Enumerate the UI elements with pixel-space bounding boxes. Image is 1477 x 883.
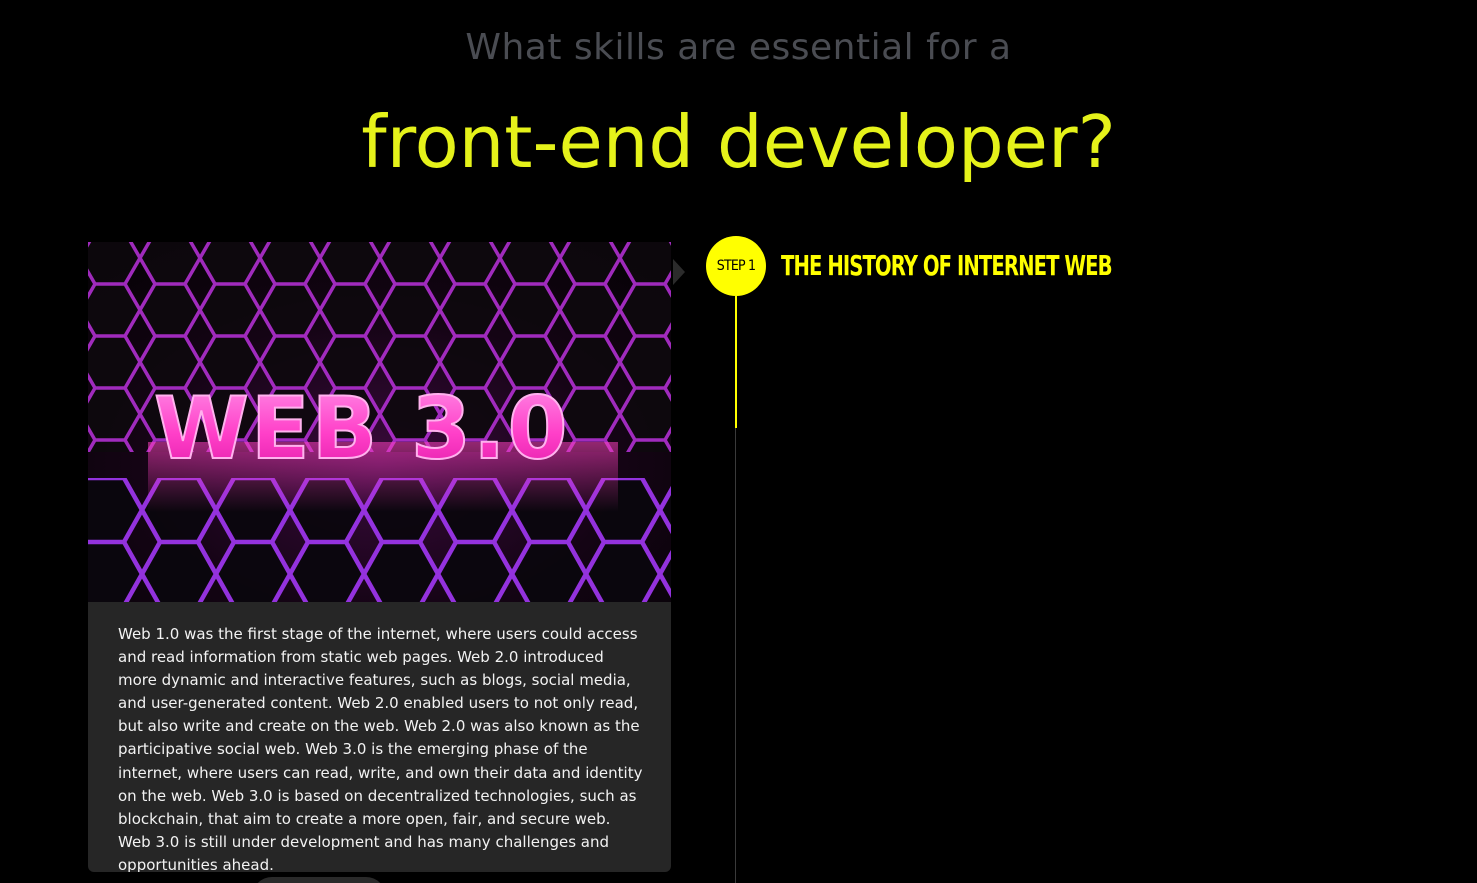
timeline-progress [735,296,737,428]
card-description: Web 1.0 was the first stage of the inter… [118,625,643,872]
step-card: WEB 3.0 Web 1.0 was the first stage of t… [88,242,671,872]
web3-hero-image: WEB 3.0 [88,242,671,602]
next-step-button[interactable] [252,877,386,883]
web3-image-text: WEB 3.0 [154,379,569,479]
page-subtitle: What skills are essential for a [465,27,1012,68]
page-title: front-end developer? [361,100,1116,184]
card-pointer-arrow [673,259,685,285]
step-badge[interactable]: STEP 1 [706,236,766,296]
step-title: THE HISTORY OF INTERNET WEB [781,249,1113,282]
